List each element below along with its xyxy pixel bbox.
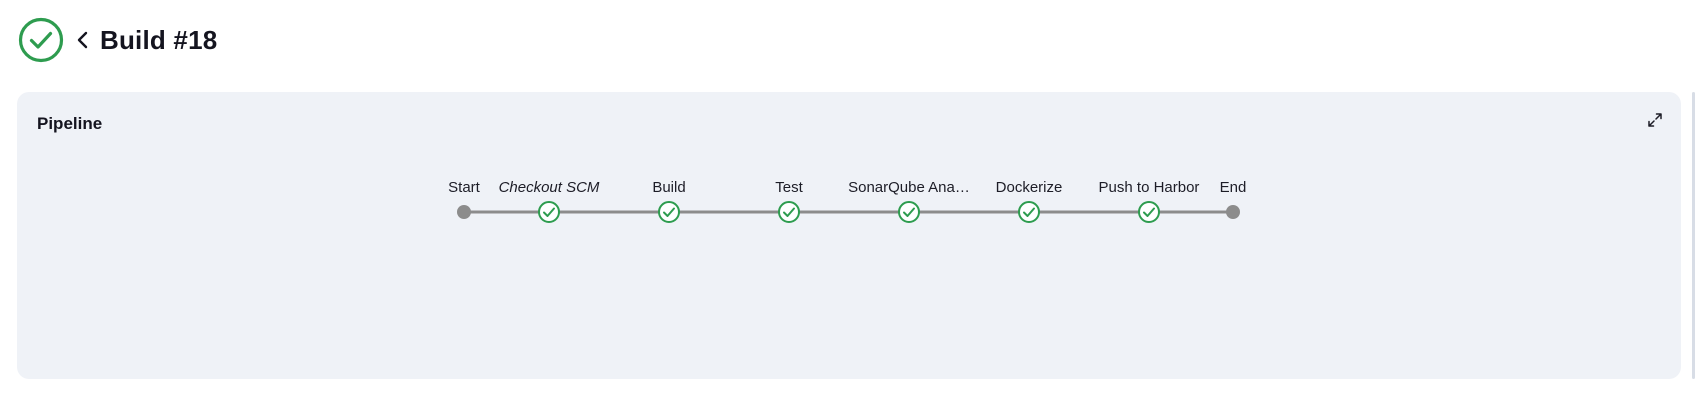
stage-label: Checkout SCM <box>499 179 600 196</box>
pipeline-stage-dockerize[interactable]: Dockerize <box>996 179 1063 223</box>
pipeline-stage-test[interactable]: Test <box>775 179 804 223</box>
stage-status-node <box>658 201 680 223</box>
pipeline-graph: Start Checkout SCM Build Test SonarQube Ana…… <box>448 179 1247 223</box>
stage-label: Start <box>448 179 481 196</box>
stage-label: Test <box>775 179 803 196</box>
stage-status-node <box>898 201 920 223</box>
stage-status-node <box>1138 201 1160 223</box>
terminal-node <box>1226 205 1240 219</box>
stage-status-node <box>778 201 800 223</box>
stage-label: End <box>1220 179 1247 196</box>
stage-label: Build <box>652 179 685 196</box>
stage-status-node <box>1018 201 1040 223</box>
pipeline-stage-push-to-harbor[interactable]: Push to Harbor <box>1099 179 1200 223</box>
stage-label: SonarQube Ana… <box>848 179 970 196</box>
pipeline-stage-checkout-scm[interactable]: Checkout SCM <box>499 179 600 223</box>
stage-label: Push to Harbor <box>1099 179 1200 196</box>
terminal-node <box>457 205 471 219</box>
pipeline-stage-sonarqube-ana[interactable]: SonarQube Ana… <box>848 179 970 223</box>
pipeline-stage-build[interactable]: Build <box>652 179 686 223</box>
stage-label: Dockerize <box>996 179 1063 196</box>
stage-status-node <box>538 201 560 223</box>
